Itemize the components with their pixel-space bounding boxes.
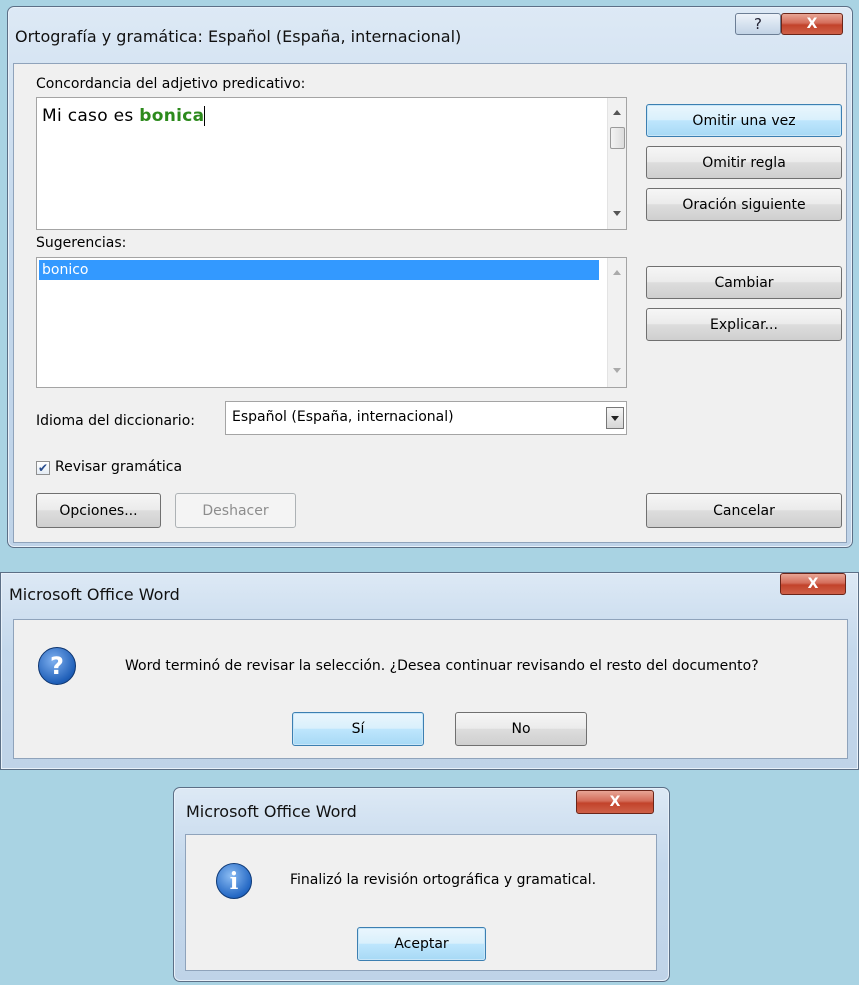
check-grammar-label[interactable]: Revisar gramática (55, 459, 182, 475)
dropdown-button[interactable] (606, 407, 624, 429)
spelling-grammar-dialog: Ortografía y gramática: Español (España,… (7, 6, 853, 548)
question-icon: ? (38, 647, 76, 685)
help-button[interactable]: ? (735, 13, 781, 35)
dictionary-label: Idioma del diccionario: (36, 413, 195, 429)
info-icon: i (216, 863, 252, 899)
no-button[interactable]: No (455, 712, 587, 746)
change-button[interactable]: Cambiar (646, 266, 842, 299)
scroll-down-icon[interactable] (613, 368, 621, 373)
close-icon: X (806, 16, 818, 32)
dialog-client-area: i Finalizó la revisión ortográfica y gra… (185, 834, 657, 971)
scroll-up-icon[interactable] (613, 270, 621, 275)
issue-label: Concordancia del adjetivo predicativo: (36, 76, 306, 92)
message-text: Word terminó de revisar la selección. ¿D… (125, 658, 759, 674)
dialog-title: Ortografía y gramática: Español (España,… (15, 27, 462, 46)
ignore-once-button[interactable]: Omitir una vez (646, 104, 842, 137)
help-icon: ? (754, 15, 762, 33)
close-button[interactable]: X (780, 573, 846, 595)
continue-dialog: Microsoft Office Word X ? Word terminó d… (0, 572, 859, 770)
message-text: Finalizó la revisión ortográfica y grama… (290, 872, 597, 888)
dialog-client-area: Concordancia del adjetivo predicativo: M… (13, 63, 847, 543)
options-button[interactable]: Opciones... (36, 493, 161, 528)
sentence-text: Mi caso es bonica (42, 106, 206, 126)
sentence-textbox[interactable]: Mi caso es bonica (36, 97, 627, 230)
dictionary-select[interactable]: Español (España, internacional) (225, 401, 627, 435)
check-grammar-checkbox[interactable]: ✔ (36, 461, 50, 475)
checkmark-icon: ✔ (37, 461, 49, 475)
chevron-down-icon (611, 415, 619, 421)
explain-button[interactable]: Explicar... (646, 308, 842, 341)
close-icon: X (807, 576, 819, 592)
dictionary-value: Español (España, internacional) (232, 409, 454, 425)
undo-button[interactable]: Deshacer (175, 493, 296, 528)
sentence-scrollbar[interactable] (607, 98, 626, 229)
dialog-title: Microsoft Office Word (9, 585, 180, 604)
list-item[interactable]: bonico (39, 260, 599, 280)
ok-button[interactable]: Aceptar (357, 927, 486, 961)
suggestions-scrollbar[interactable] (607, 258, 626, 387)
scroll-up-icon[interactable] (613, 110, 621, 115)
error-word: bonica (139, 106, 206, 126)
scroll-thumb[interactable] (610, 127, 625, 149)
dialog-client-area: ? Word terminó de revisar la selección. … (13, 619, 848, 759)
cancel-button[interactable]: Cancelar (646, 493, 842, 528)
yes-button[interactable]: Sí (292, 712, 424, 746)
ignore-rule-button[interactable]: Omitir regla (646, 146, 842, 179)
scroll-down-icon[interactable] (613, 211, 621, 216)
close-button[interactable]: X (781, 13, 843, 35)
close-button[interactable]: X (576, 790, 654, 814)
close-icon: X (609, 794, 621, 810)
finished-dialog: Microsoft Office Word X i Finalizó la re… (173, 787, 670, 982)
suggestions-label: Sugerencias: (36, 235, 127, 251)
dialog-title: Microsoft Office Word (186, 802, 357, 821)
suggestions-list[interactable]: bonico (36, 257, 627, 388)
next-sentence-button[interactable]: Oración siguiente (646, 188, 842, 221)
